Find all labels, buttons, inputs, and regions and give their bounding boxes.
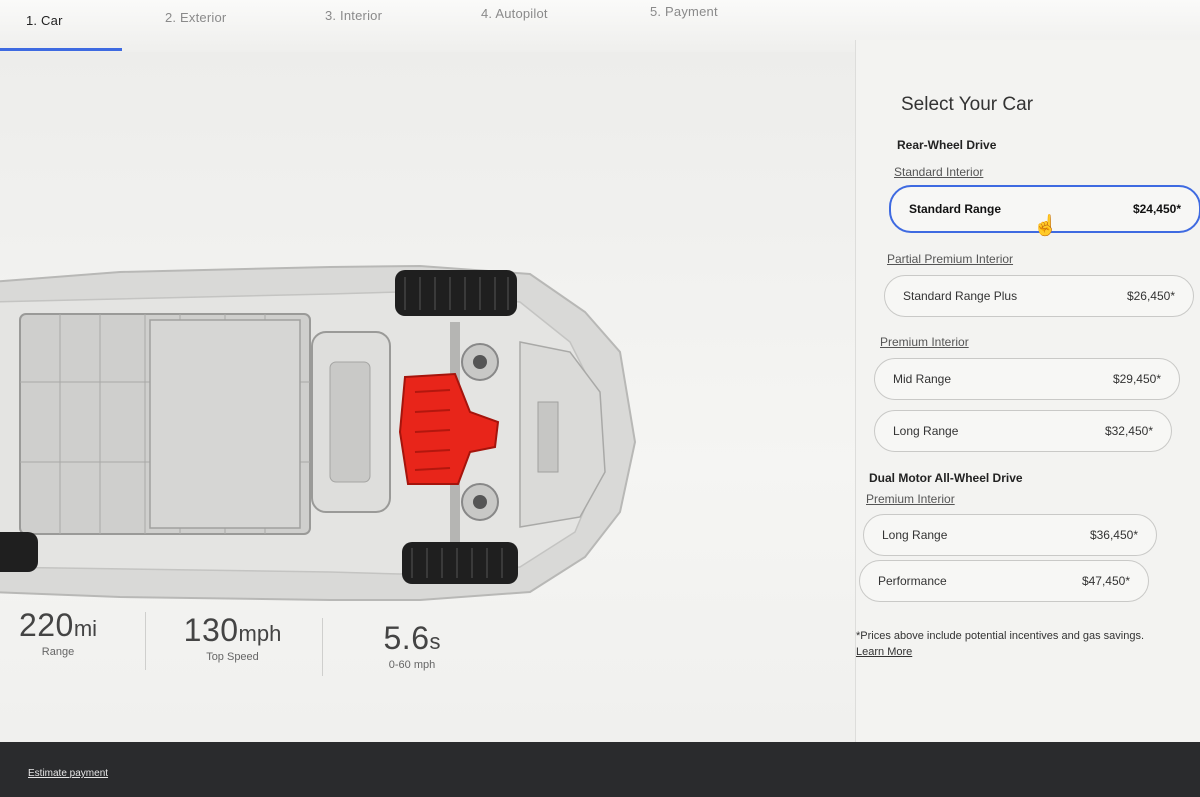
- footer-bar: Estimate payment: [0, 742, 1200, 797]
- spec-acceleration-label: 0-60 mph: [388, 659, 436, 671]
- spec-range-label: Range: [41, 646, 75, 658]
- estimate-payment-link[interactable]: Estimate payment: [28, 768, 108, 779]
- spec-acceleration-unit: s: [429, 629, 441, 654]
- active-step-indicator: [0, 48, 122, 51]
- option-name: Standard Range: [909, 202, 1002, 216]
- group-title-awd: Dual Motor All-Wheel Drive: [869, 471, 1023, 485]
- spec-acceleration: 5.6s 0-60 mph: [362, 620, 462, 671]
- spec-top-speed-unit: mph: [238, 621, 282, 646]
- step-interior[interactable]: 3. Interior: [325, 8, 382, 23]
- car-preview: 220mi Range 130mph Top Speed 5.6s 0-60 m…: [0, 52, 855, 742]
- option-name: Performance: [878, 574, 947, 588]
- spec-top-speed-value: 130: [183, 612, 239, 648]
- option-performance[interactable]: Performance $47,450*: [859, 560, 1149, 602]
- learn-more-link[interactable]: Learn More: [856, 646, 912, 658]
- option-standard-range-plus[interactable]: Standard Range Plus $26,450*: [884, 275, 1194, 317]
- option-price: $47,450*: [1081, 574, 1130, 588]
- interior-label-premium[interactable]: Premium Interior: [880, 335, 969, 349]
- option-name: Long Range: [893, 424, 959, 438]
- option-long-range-rwd[interactable]: Long Range $32,450*: [874, 410, 1172, 452]
- option-name: Standard Range Plus: [903, 289, 1018, 303]
- option-price: $32,450*: [1104, 424, 1153, 438]
- interior-label-partial-premium[interactable]: Partial Premium Interior: [887, 252, 1013, 266]
- step-car[interactable]: 1. Car: [26, 13, 63, 28]
- step-payment[interactable]: 5. Payment: [650, 4, 718, 19]
- hand-cursor-icon: ☝: [1033, 215, 1058, 237]
- option-price: $24,450*: [1132, 202, 1181, 216]
- group-title-rwd: Rear-Wheel Drive: [897, 138, 997, 152]
- price-note: *Prices above include potential incentiv…: [856, 628, 1156, 660]
- option-price: $26,450*: [1126, 289, 1175, 303]
- car-selection-panel: Select Your Car Rear-Wheel Drive Standar…: [855, 40, 1200, 760]
- option-name: Long Range: [882, 528, 948, 542]
- spec-acceleration-value: 5.6: [383, 620, 430, 656]
- spec-range-value: 220: [18, 607, 74, 643]
- option-name: Mid Range: [893, 372, 952, 386]
- option-price: $36,450*: [1089, 528, 1138, 542]
- spec-range: 220mi Range: [8, 607, 108, 658]
- step-autopilot[interactable]: 4. Autopilot: [481, 6, 548, 21]
- option-price: $29,450*: [1112, 372, 1161, 386]
- panel-title: Select Your Car: [901, 94, 1034, 115]
- interior-label-premium-awd[interactable]: Premium Interior: [866, 492, 955, 506]
- spec-top-speed: 130mph Top Speed: [165, 612, 300, 663]
- spec-divider: [145, 612, 146, 670]
- spec-divider: [322, 618, 323, 676]
- price-note-text: *Prices above include potential incentiv…: [856, 630, 1145, 642]
- step-exterior[interactable]: 2. Exterior: [165, 10, 226, 25]
- option-mid-range[interactable]: Mid Range $29,450*: [874, 358, 1180, 400]
- interior-label-standard[interactable]: Standard Interior: [894, 165, 983, 179]
- spec-top-speed-label: Top Speed: [206, 651, 259, 663]
- option-long-range-awd[interactable]: Long Range $36,450*: [863, 514, 1157, 556]
- spec-range-unit: mi: [73, 616, 98, 641]
